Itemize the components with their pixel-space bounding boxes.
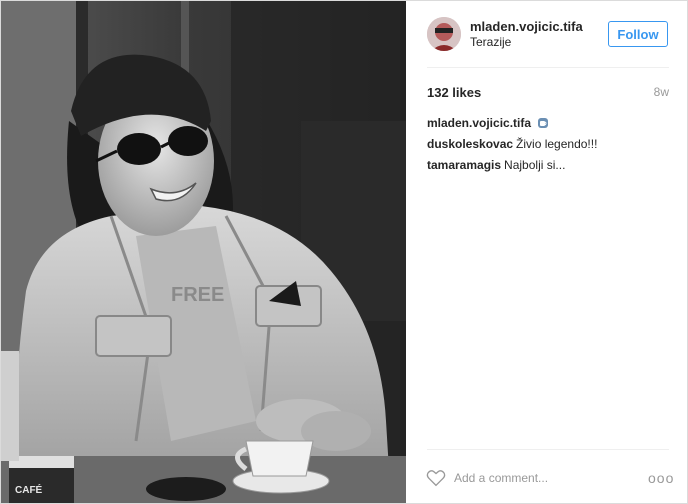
post-location[interactable]: Terazije	[470, 35, 511, 49]
coffee-cup-emoji-icon	[538, 118, 549, 128]
post-footer: ooo	[406, 461, 687, 503]
likes-count[interactable]: 132 likes	[427, 85, 481, 100]
footer-divider	[427, 449, 669, 450]
comment-text: Najbolji si...	[504, 158, 566, 172]
more-options-icon[interactable]: ooo	[648, 471, 673, 485]
post-header: mladen.vojicic.tifa Terazije Follow	[406, 1, 687, 67]
header-divider	[427, 67, 669, 68]
photo-image: FREE CAFÉ	[1, 1, 406, 503]
caption: mladen.vojicic.tifa	[427, 116, 672, 130]
add-comment-input[interactable]	[454, 468, 604, 488]
heart-icon[interactable]	[426, 469, 446, 487]
cup-brand-label: CAFÉ	[15, 483, 43, 496]
avatar-image	[427, 17, 461, 51]
caption-username[interactable]: mladen.vojicic.tifa	[427, 116, 531, 130]
comment-text: Živio legendo!!!	[516, 137, 598, 151]
post-time[interactable]: 8w	[654, 85, 669, 99]
comment-username[interactable]: tamaramagis	[427, 158, 501, 172]
post-username[interactable]: mladen.vojicic.tifa	[470, 19, 583, 34]
post-sidebar: mladen.vojicic.tifa Terazije Follow 132 …	[406, 1, 687, 503]
comment-item: tamaramagis Najbolji si...	[427, 158, 672, 172]
shirt-print: FREE	[171, 284, 224, 306]
post-photo[interactable]: FREE CAFÉ	[1, 1, 406, 503]
comments-list: mladen.vojicic.tifa duskoleskovac Živio l…	[427, 116, 672, 179]
comment-item: duskoleskovac Živio legendo!!!	[427, 137, 672, 151]
follow-button[interactable]: Follow	[608, 21, 668, 47]
comment-username[interactable]: duskoleskovac	[427, 137, 513, 151]
avatar[interactable]	[427, 17, 461, 51]
